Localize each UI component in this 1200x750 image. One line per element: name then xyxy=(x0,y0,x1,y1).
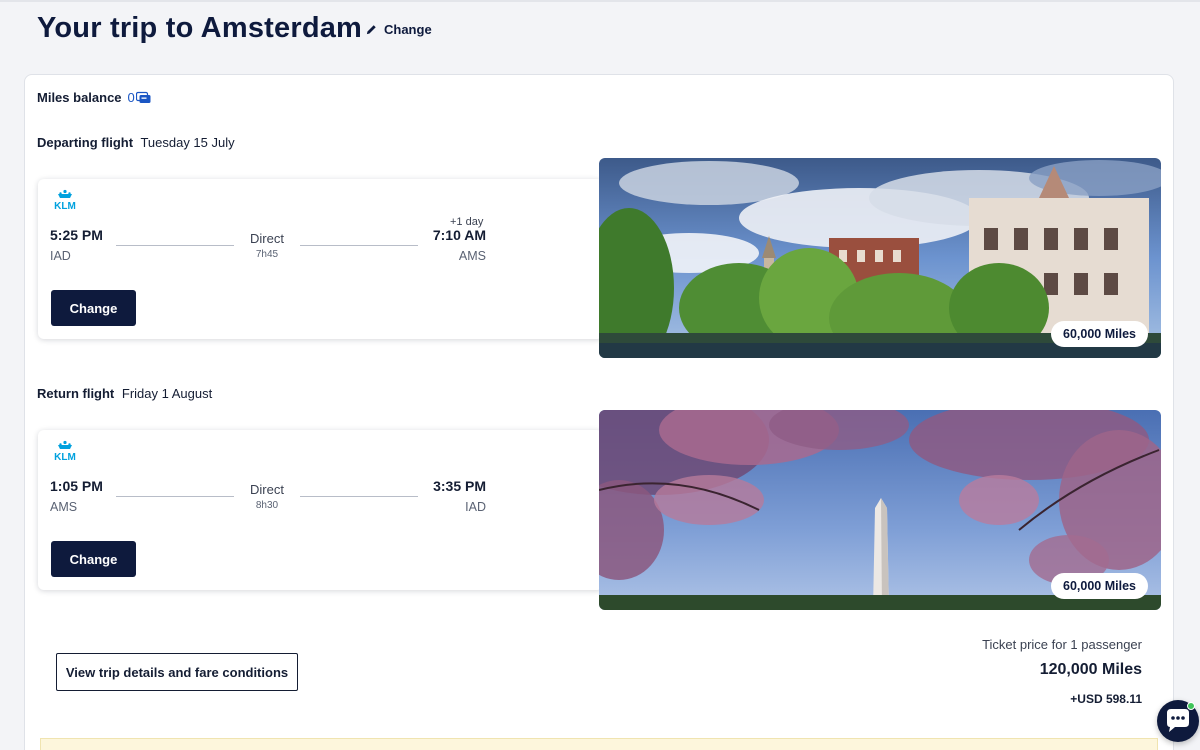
return-flight-card: KLM 1:05 PM AMS Direct 8h30 3:35 PM IAD … xyxy=(38,430,603,590)
online-status-dot xyxy=(1187,702,1195,710)
departing-flight-card: KLM 5:25 PM IAD Direct 7h45 +1 day 7:10 … xyxy=(38,179,603,339)
departing-flight-heading: Departing flight Tuesday 15 July xyxy=(37,135,235,150)
stops-label: Direct xyxy=(250,482,284,497)
arrive-time: 3:35 PM xyxy=(433,478,486,494)
depart-time: 5:25 PM xyxy=(50,227,103,243)
pencil-icon xyxy=(366,25,376,35)
departing-heading-label: Departing flight xyxy=(37,135,134,150)
route-line xyxy=(116,245,234,246)
flight-duration: 8h30 xyxy=(255,500,279,511)
view-trip-details-button[interactable]: View trip details and fare conditions xyxy=(56,653,298,691)
route-line xyxy=(300,496,418,497)
arrive-airport: AMS xyxy=(458,249,486,263)
klm-wordmark: KLM xyxy=(54,452,76,462)
return-flight-heading: Return flight Friday 1 August xyxy=(37,386,212,401)
route-line xyxy=(300,245,418,246)
depart-airport: AMS xyxy=(50,500,78,514)
return-heading-label: Return flight xyxy=(37,386,115,401)
top-divider xyxy=(0,0,1200,2)
miles-balance-value: 0 xyxy=(127,90,135,105)
miles-balance-label: Miles balance xyxy=(37,90,122,105)
change-return-button[interactable]: Change xyxy=(51,541,136,577)
change-trip-label: Change xyxy=(384,22,432,37)
klm-crown-icon: KLM xyxy=(54,189,76,212)
route-line xyxy=(116,496,234,497)
flight-duration: 7h45 xyxy=(255,249,279,260)
miles-card-icon xyxy=(135,91,151,103)
klm-crown-icon: KLM xyxy=(54,440,76,463)
amsterdam-destination-image: 60,000 Miles xyxy=(599,158,1161,358)
page-title: Your trip to Amsterdam xyxy=(37,12,363,44)
washington-destination-image: 60,000 Miles xyxy=(599,410,1161,610)
ticket-price-miles: 120,000 Miles xyxy=(1039,661,1142,678)
change-departing-button[interactable]: Change xyxy=(51,290,136,326)
return-date: Friday 1 August xyxy=(121,386,213,401)
change-trip-button[interactable]: Change xyxy=(366,22,432,37)
ticket-price-usd: +USD 598.11 xyxy=(1070,692,1142,706)
return-miles-badge: 60,000 Miles xyxy=(1051,573,1148,599)
arrive-airport: IAD xyxy=(465,500,486,514)
depart-airport: IAD xyxy=(50,249,71,263)
klm-logo: KLM xyxy=(50,440,80,463)
departing-miles-badge: 60,000 Miles xyxy=(1051,321,1148,347)
miles-balance: Miles balance 0 xyxy=(37,90,151,105)
arrive-time: 7:10 AM xyxy=(432,227,486,243)
stops-label: Direct xyxy=(250,231,284,246)
notice-banner xyxy=(40,738,1158,750)
klm-logo: KLM xyxy=(50,189,80,212)
depart-time: 1:05 PM xyxy=(50,478,103,494)
departing-date: Tuesday 15 July xyxy=(140,135,235,150)
ticket-price-label: Ticket price for 1 passenger xyxy=(982,637,1142,652)
klm-wordmark: KLM xyxy=(54,201,76,211)
